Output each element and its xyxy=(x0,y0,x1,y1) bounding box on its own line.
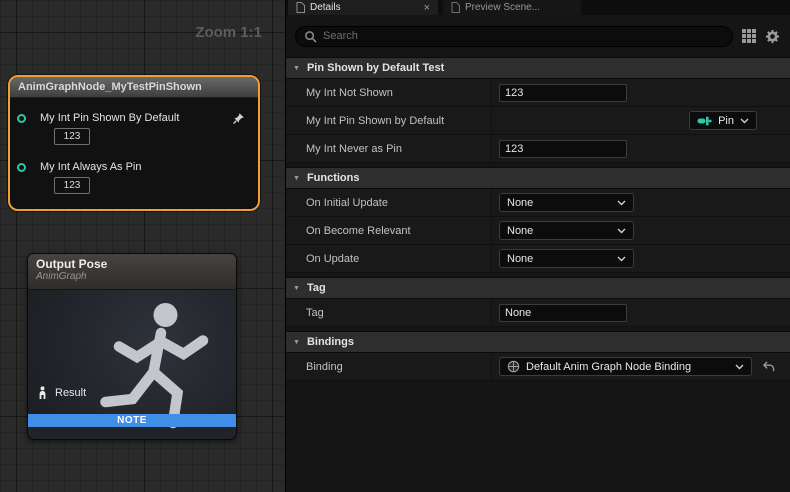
property-row: On Initial Update None xyxy=(286,189,790,217)
section-header[interactable]: ▼ Tag xyxy=(286,277,790,299)
binding-class-icon xyxy=(507,360,520,373)
dropdown-value: None xyxy=(507,225,533,237)
my-int-never-as-pin-input[interactable] xyxy=(499,140,627,158)
chevron-down-icon: ▼ xyxy=(293,285,300,292)
details-panel: Details × Preview Scene... ▼ xyxy=(285,0,790,492)
result-pin-label: Result xyxy=(55,387,86,399)
on-update-dropdown[interactable]: None xyxy=(499,249,634,268)
section-bindings: ▼ Bindings Binding Default Anim Graph No… xyxy=(286,331,790,381)
property-matrix-icon[interactable] xyxy=(740,28,757,45)
tab-preview-scene[interactable]: Preview Scene... xyxy=(443,0,581,15)
tab-well: Details × Preview Scene... xyxy=(286,0,790,15)
tab-details[interactable]: Details × xyxy=(288,0,438,15)
property-label: My Int Not Shown xyxy=(286,79,491,106)
section-title: Tag xyxy=(307,282,326,294)
property-row: My Int Pin Shown by Default Pin xyxy=(286,107,790,135)
chevron-down-icon xyxy=(617,256,626,262)
dropdown-value: None xyxy=(507,197,533,209)
undo-arrow-icon[interactable] xyxy=(762,361,775,372)
property-row: My Int Never as Pin xyxy=(286,135,790,163)
section-header[interactable]: ▼ Functions xyxy=(286,167,790,189)
result-pose-pin[interactable]: Result xyxy=(37,386,86,399)
int-pin-icon[interactable] xyxy=(17,163,26,172)
property-row: Tag xyxy=(286,299,790,327)
pose-pin-icon xyxy=(37,386,48,399)
anim-graph-test-node[interactable]: AnimGraphNode_MyTestPinShown My Int Pin … xyxy=(8,75,260,211)
my-int-not-shown-input[interactable] xyxy=(499,84,627,102)
anim-graph-editor: Zoom 1:1 AnimGraphNode_MyTestPinShown My… xyxy=(0,0,790,492)
search-row xyxy=(286,15,790,57)
section-pin-shown-by-default-test: ▼ Pin Shown by Default Test My Int Not S… xyxy=(286,57,790,163)
gear-icon[interactable] xyxy=(764,28,781,45)
node-title: Output Pose xyxy=(36,257,228,271)
section-title: Functions xyxy=(307,172,360,184)
zoom-level-label: Zoom 1:1 xyxy=(195,24,262,41)
output-pose-node[interactable]: Output Pose AnimGraph xyxy=(27,253,237,440)
node-title[interactable]: AnimGraphNode_MyTestPinShown xyxy=(10,77,258,98)
chevron-down-icon: ▼ xyxy=(293,65,300,72)
section-functions: ▼ Functions On Initial Update None On Be… xyxy=(286,167,790,273)
tab-label: Preview Scene... xyxy=(465,2,540,13)
pin-default-value-box[interactable]: 123 xyxy=(54,128,90,145)
property-label: Tag xyxy=(286,299,491,326)
section-title: Pin Shown by Default Test xyxy=(307,62,444,74)
property-label: On Update xyxy=(286,245,491,272)
int-pin-icon[interactable] xyxy=(17,114,26,123)
pin-label: My Int Pin Shown By Default xyxy=(40,112,179,124)
section-title: Bindings xyxy=(307,336,354,348)
close-icon[interactable]: × xyxy=(424,3,430,13)
dropdown-value: Default Anim Graph Node Binding xyxy=(526,361,729,373)
search-input[interactable] xyxy=(323,30,724,42)
section-header[interactable]: ▼ Pin Shown by Default Test xyxy=(286,57,790,79)
details-tab-icon xyxy=(296,2,305,13)
chevron-down-icon: ▼ xyxy=(293,339,300,346)
property-label: On Become Relevant xyxy=(286,217,491,244)
pin-icon xyxy=(697,116,712,126)
property-row: My Int Not Shown xyxy=(286,79,790,107)
chevron-down-icon xyxy=(735,364,744,370)
note-bubble[interactable]: NOTE xyxy=(28,414,236,427)
property-label: My Int Pin Shown by Default xyxy=(286,107,491,134)
section-header[interactable]: ▼ Bindings xyxy=(286,331,790,353)
search-icon xyxy=(304,30,317,43)
chevron-down-icon xyxy=(617,228,626,234)
on-become-relevant-dropdown[interactable]: None xyxy=(499,221,634,240)
preview-scene-tab-icon xyxy=(451,2,460,13)
property-label: On Initial Update xyxy=(286,189,491,216)
chevron-down-icon xyxy=(740,118,749,124)
pin-label: My Int Always As Pin xyxy=(40,161,141,173)
node-body: Result NOTE xyxy=(28,290,236,427)
on-initial-update-dropdown[interactable]: None xyxy=(499,193,634,212)
chevron-down-icon: ▼ xyxy=(293,175,300,182)
property-label: My Int Never as Pin xyxy=(286,135,491,162)
property-row: On Update None xyxy=(286,245,790,273)
tab-label: Details xyxy=(310,2,341,13)
node-subtitle: AnimGraph xyxy=(36,271,228,282)
binding-dropdown[interactable]: Default Anim Graph Node Binding xyxy=(499,357,752,376)
property-row: Binding Default Anim Graph Node Binding xyxy=(286,353,790,381)
search-box[interactable] xyxy=(295,26,733,47)
chevron-down-icon xyxy=(617,200,626,206)
dropdown-value: Pin xyxy=(718,115,734,127)
node-header[interactable]: Output Pose AnimGraph xyxy=(28,254,236,290)
graph-canvas[interactable]: Zoom 1:1 AnimGraphNode_MyTestPinShown My… xyxy=(0,0,285,492)
pin-visibility-dropdown[interactable]: Pin xyxy=(689,111,757,130)
section-tag: ▼ Tag Tag xyxy=(286,277,790,327)
tag-input[interactable] xyxy=(499,304,627,322)
property-row: On Become Relevant None xyxy=(286,217,790,245)
pin-default-value-box[interactable]: 123 xyxy=(54,177,90,194)
dropdown-value: None xyxy=(507,253,533,265)
thumbtack-pin-icon[interactable] xyxy=(232,112,245,130)
property-label: Binding xyxy=(286,353,491,380)
